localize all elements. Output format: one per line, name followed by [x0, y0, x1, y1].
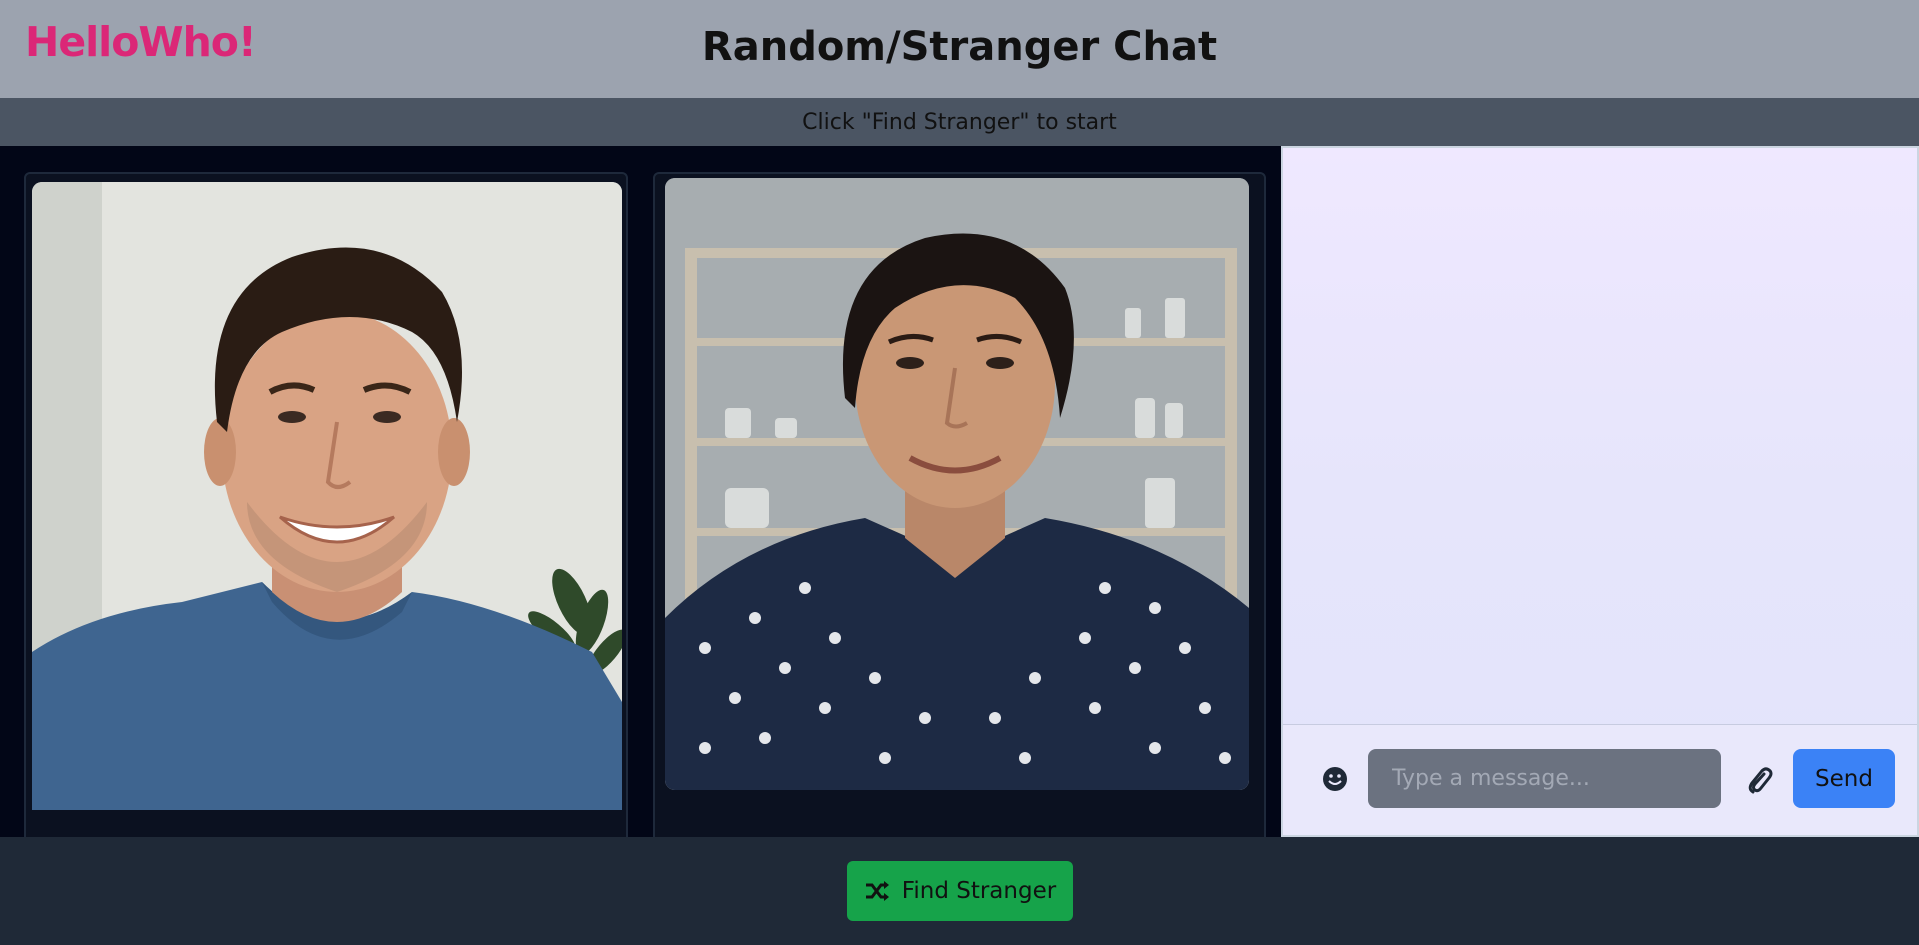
- emoji-button[interactable]: [1321, 765, 1349, 793]
- local-video-panel: [24, 172, 628, 945]
- person-video-image: [32, 182, 622, 810]
- footer-bar: Find Stranger: [0, 837, 1919, 945]
- top-header: HelloWho! Random/Stranger Chat: [0, 0, 1919, 98]
- person-video-image: [665, 178, 1249, 790]
- page-title: Random/Stranger Chat: [701, 24, 1218, 70]
- chat-panel: Send: [1281, 146, 1919, 837]
- local-video-feed: [32, 182, 622, 810]
- shuffle-icon: [865, 881, 889, 901]
- find-stranger-label: Find Stranger: [901, 878, 1057, 904]
- video-area: [0, 146, 1281, 945]
- remote-video-panel: [653, 172, 1266, 945]
- chat-input-bar: Send: [1283, 724, 1917, 835]
- send-button[interactable]: Send: [1793, 749, 1895, 808]
- remote-video-feed: [665, 178, 1249, 790]
- paperclip-icon: [1748, 767, 1773, 794]
- message-input[interactable]: [1368, 749, 1721, 808]
- status-bar: Click "Find Stranger" to start: [0, 98, 1919, 146]
- find-stranger-button[interactable]: Find Stranger: [847, 861, 1073, 921]
- status-text: Click "Find Stranger" to start: [802, 110, 1117, 135]
- smiley-icon: [1323, 767, 1347, 791]
- attach-button[interactable]: [1745, 765, 1773, 795]
